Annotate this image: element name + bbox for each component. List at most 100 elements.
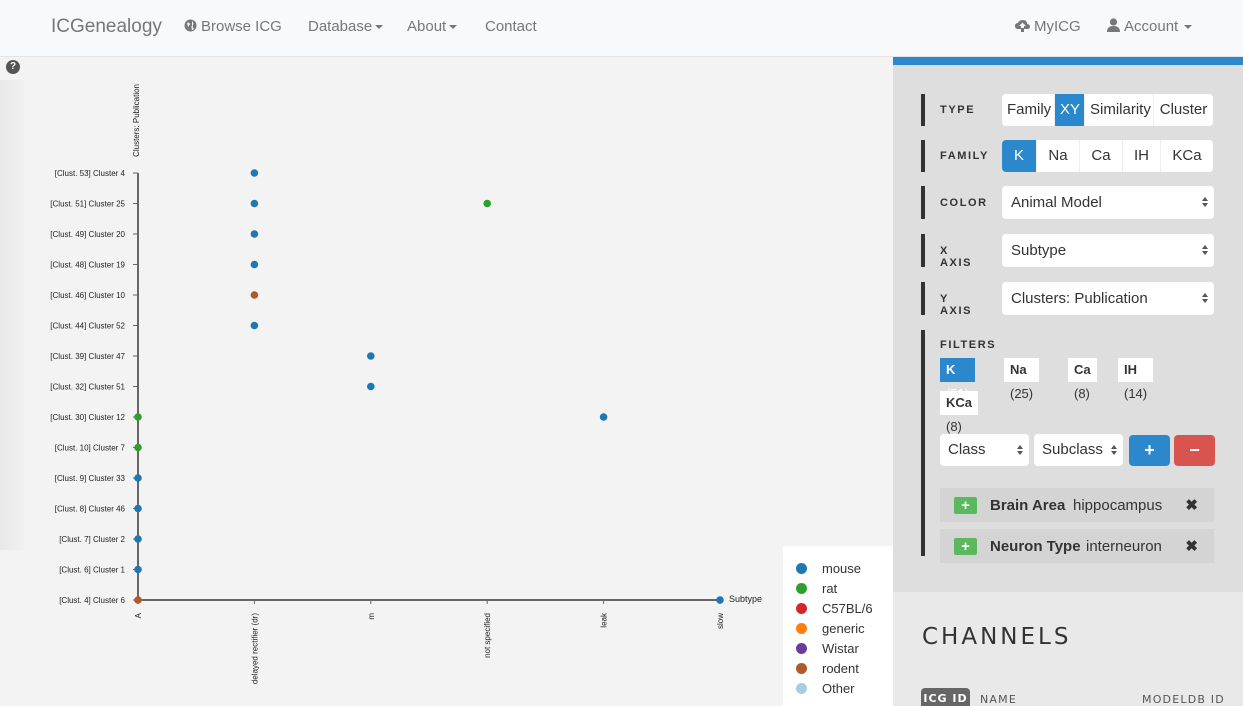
data-point [134,504,142,513]
row-accent-bar [921,94,925,126]
filter-chip-ca[interactable]: Ca (8) [1068,358,1097,401]
nav-about-label: About [407,18,447,35]
filter-chip-kca[interactable]: KCa (8) [940,391,979,434]
legend-item-other[interactable]: Other [783,678,893,698]
nav-browse-icg[interactable]: Browse ICG [184,18,282,36]
data-points [134,169,724,604]
criterion-value: hippocampus [1073,497,1163,514]
y-tick-label: [Clust. 6] Cluster 1 [59,566,125,575]
family-option-kca[interactable]: KCa [1161,140,1213,172]
data-point [250,230,259,238]
y-tick-label: [Clust. 4] Cluster 6 [59,596,125,605]
data-point [367,352,375,360]
caret-down-icon [1184,25,1193,30]
legend-item-c57bl-6[interactable]: C57BL/6 [783,598,893,618]
type-label: TYPE [940,104,976,116]
x-axis: Adelayed rectifier (dr) m not specified lea… [134,599,725,684]
navbar: ICGenealogy Browse ICG Database About Co… [0,0,1243,57]
nav-database-dropdown[interactable]: Database [308,18,384,35]
y-tick-label: [Clust. 7] Cluster 2 [59,535,125,544]
column-header-name[interactable]: NAME [980,693,1017,706]
legend-item-wistar[interactable]: Wistar [783,638,893,658]
y-axis-select-value: Clusters: Publication [1011,290,1148,307]
data-point [367,382,375,391]
legend-item-rodent[interactable]: rodent [783,658,893,678]
data-point [250,321,259,330]
family-option-k[interactable]: K [1002,140,1037,172]
class-select-value: Class [948,441,986,458]
x-axis-select[interactable]: Subtype [1002,234,1214,267]
x-tick-label: m [367,613,376,620]
color-select-value: Animal Model [1011,194,1102,211]
data-point [250,169,259,177]
criterion-key: Neuron Type [990,538,1081,555]
close-icon[interactable]: ✖ [1185,537,1198,555]
y-tick-label: [Clust. 8] Cluster 46 [55,505,126,514]
legend-swatch [796,582,807,594]
remove-filter-button[interactable]: − [1174,435,1215,466]
filter-chip-name: IH [1124,362,1137,377]
legend-item-generic[interactable]: generic [783,618,893,638]
filter-criterion: + Brain Area hippocampus ✖ [940,488,1214,522]
class-select[interactable]: Class [940,434,1029,466]
type-option-similarity[interactable]: Similarity [1085,94,1154,126]
x-tick-label: A [134,612,143,618]
x-tick-label: not specified [483,613,492,658]
subclass-select[interactable]: Subclass [1034,434,1123,466]
data-point [134,535,142,543]
filters-label: FILTERS [940,339,997,351]
row-accent-bar [921,234,925,267]
globe-icon [184,19,197,36]
legend-swatch [796,682,807,694]
filter-chip-na[interactable]: Na (25) [1004,358,1040,401]
close-icon[interactable]: ✖ [1185,496,1198,514]
chart-legend: mouse rat C57BL/6 generic Wistar rodent Other [783,546,893,706]
nav-account-dropdown[interactable]: Account [1107,18,1193,36]
legend-swatch [796,642,807,654]
legend-item-mouse[interactable]: mouse [783,558,893,578]
filter-chip-k[interactable]: K (51) [940,358,976,401]
brand-logo[interactable]: ICGenealogy [51,16,162,38]
user-icon [1107,18,1120,36]
nav-about-dropdown[interactable]: About [407,18,458,35]
nav-contact[interactable]: Contact [485,18,537,35]
family-option-na[interactable]: Na [1037,140,1080,172]
type-option-family[interactable]: Family [1002,94,1055,126]
type-button-group: Family XY Similarity Cluster [1002,94,1213,126]
add-filter-button[interactable]: + [1129,435,1170,466]
y-axis: [Clust. 4] Cluster 6 [Clust. 6] Cluster 1… [50,169,139,605]
y-axis-select[interactable]: Clusters: Publication [1002,282,1214,315]
x-tick-label: delayed rectifier (dr) [250,613,259,684]
legend-label: rodent [822,660,859,676]
data-point [250,199,259,208]
data-point [134,413,142,421]
data-point [599,413,608,421]
column-header-modeldb-id[interactable]: MODELDB ID [1142,693,1225,706]
filter-chip-ih[interactable]: IH (14) [1118,358,1154,401]
data-point [483,199,492,208]
plus-icon[interactable]: + [954,497,977,514]
family-button-group: K Na Ca IH KCa [1002,140,1213,172]
y-tick-label: [Clust. 9] Cluster 33 [55,474,126,483]
subclass-select-value: Subclass [1042,441,1103,458]
row-accent-bar [921,140,925,172]
cloud-upload-icon [1015,19,1030,36]
y-tick-label: [Clust. 53] Cluster 4 [55,169,126,178]
filter-chip-count: (14) [1124,386,1148,401]
type-option-xy[interactable]: XY [1055,94,1085,126]
nav-myicg[interactable]: MyICG [1015,18,1081,36]
family-option-ih[interactable]: IH [1123,140,1161,172]
y-tick-label: [Clust. 44] Cluster 52 [50,322,125,331]
legend-item-rat[interactable]: rat [783,578,893,598]
data-point [134,596,142,604]
column-header-icg-id[interactable]: ICG ID [921,688,970,706]
filter-chip-count: (8) [1074,386,1090,401]
data-point [716,596,724,604]
plus-icon[interactable]: + [954,538,977,555]
type-option-cluster[interactable]: Cluster [1154,94,1213,126]
family-option-ca[interactable]: Ca [1080,140,1123,172]
color-select[interactable]: Animal Model [1002,186,1214,219]
legend-swatch [796,662,807,674]
y-tick-label: [Clust. 49] Cluster 20 [50,230,125,239]
legend-label: generic [822,620,865,636]
